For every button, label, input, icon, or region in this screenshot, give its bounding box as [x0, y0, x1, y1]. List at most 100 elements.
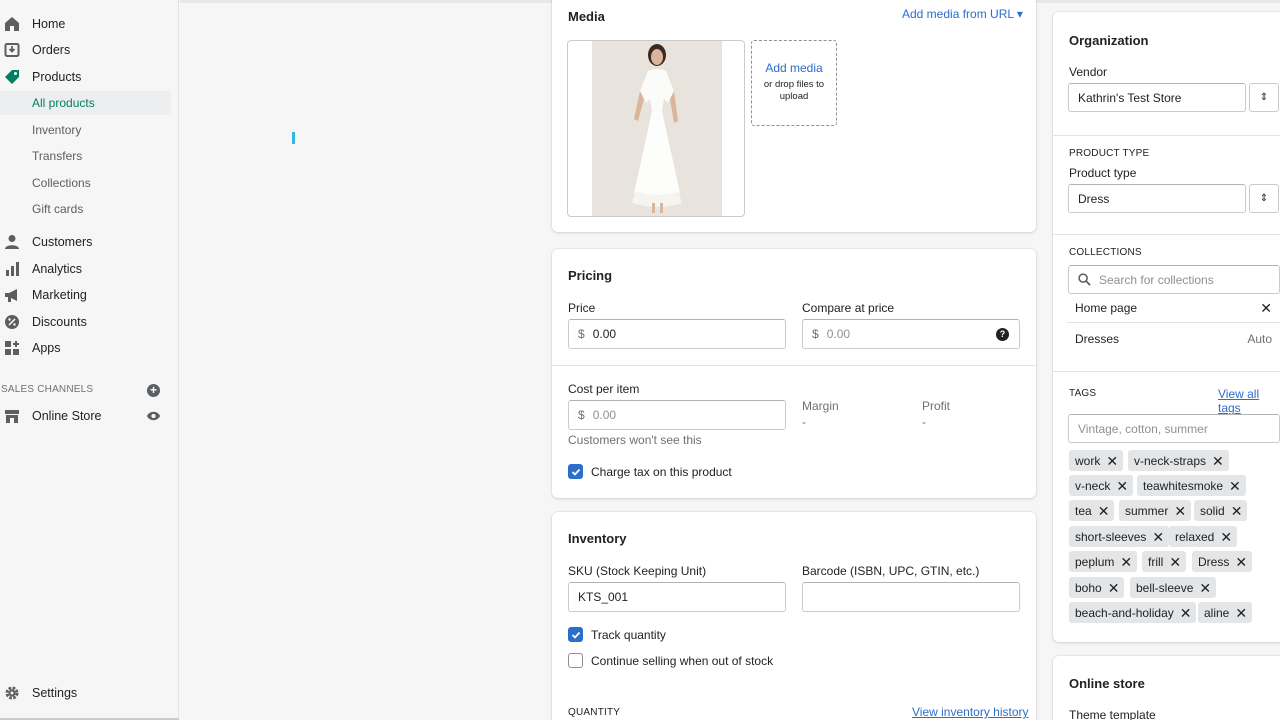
tag-chip[interactable]: bell-sleeve ✕ [1130, 577, 1217, 598]
price-label: Price [568, 301, 596, 315]
tag-chip[interactable]: short-sleeves ✕ [1069, 526, 1170, 547]
tag-chip[interactable]: frill ✕ [1142, 551, 1187, 572]
drop-files-hint: or drop files to upload [763, 79, 825, 102]
tag-chip[interactable]: teawhitesmoke ✕ [1137, 475, 1246, 496]
vendor-select-arrows[interactable]: ⇕ [1249, 83, 1279, 112]
sidebar-item-settings[interactable]: Settings [0, 681, 171, 705]
sidebar-item-customers[interactable]: Customers [0, 230, 171, 254]
remove-tag-icon[interactable]: ✕ [1174, 504, 1186, 518]
product-image[interactable] [567, 40, 745, 217]
add-media-link[interactable]: Add media [752, 61, 836, 75]
media-dropzone[interactable]: Add media or drop files to upload [751, 40, 837, 126]
view-inventory-history-link[interactable]: View inventory history [912, 705, 1029, 719]
vendor-label: Vendor [1069, 65, 1108, 79]
tag-chip[interactable]: v-neck ✕ [1069, 475, 1134, 496]
tag-chip[interactable]: Dress ✕ [1192, 551, 1253, 572]
profit-value: - [922, 415, 926, 429]
bar-chart-icon [3, 260, 21, 278]
track-quantity-checkbox[interactable]: Track quantity [568, 627, 666, 642]
continue-selling-checkbox[interactable]: Continue selling when out of stock [568, 653, 773, 668]
margin-label: Margin [802, 399, 839, 413]
product-type-select-arrows[interactable]: ⇕ [1249, 184, 1279, 213]
remove-tag-icon[interactable]: ✕ [1220, 530, 1232, 544]
orders-icon [3, 41, 21, 59]
tag-chip[interactable]: solid ✕ [1194, 500, 1248, 521]
apps-icon [3, 339, 21, 357]
theme-template-label: Theme template [1069, 708, 1156, 720]
sidebar-item-inventory[interactable]: Inventory [0, 118, 171, 142]
tag-chip[interactable]: tea ✕ [1069, 500, 1115, 521]
tag-chip[interactable]: work ✕ [1069, 450, 1124, 471]
pricing-divider [552, 365, 1036, 366]
collection-item[interactable]: Home page ✕ [1067, 294, 1280, 323]
compare-at-price-label: Compare at price [802, 301, 895, 315]
organization-title: Organization [1069, 33, 1149, 48]
product-type-input[interactable]: Dress [1068, 184, 1246, 213]
tag-chip[interactable]: summer ✕ [1119, 500, 1192, 521]
vendor-input[interactable]: Kathrin's Test Store [1068, 83, 1246, 112]
add-sales-channel-icon[interactable]: + [147, 384, 160, 397]
sidebar-item-analytics[interactable]: Analytics [0, 257, 171, 281]
remove-tag-icon[interactable]: ✕ [1116, 479, 1128, 493]
text-cursor [292, 132, 295, 144]
remove-tag-icon[interactable]: ✕ [1108, 581, 1120, 595]
remove-tag-icon[interactable]: ✕ [1106, 454, 1118, 468]
sidebar-item-discounts[interactable]: Discounts [0, 310, 171, 334]
collections-search-input[interactable]: Search for collections [1068, 265, 1280, 294]
remove-tag-icon[interactable]: ✕ [1199, 581, 1211, 595]
sidebar-item-all-products[interactable]: All products [0, 91, 171, 115]
tags-input[interactable]: Vintage, cotton, summer [1068, 414, 1280, 443]
tag-chip[interactable]: v-neck-straps ✕ [1128, 450, 1229, 471]
remove-tag-icon[interactable]: ✕ [1229, 479, 1241, 493]
remove-tag-icon[interactable]: ✕ [1098, 504, 1110, 518]
remove-tag-icon[interactable]: ✕ [1169, 555, 1181, 569]
person-icon [3, 233, 21, 251]
sidebar-nav: Home Orders Products All products Invent… [0, 0, 179, 720]
cost-per-item-input[interactable]: $0.00 [568, 400, 786, 430]
sidebar-item-online-store[interactable]: Online Store [0, 404, 171, 428]
sidebar-item-products[interactable]: Products [0, 65, 171, 89]
price-input[interactable]: $0.00 [568, 319, 786, 349]
online-store-card: Online store Theme template [1053, 656, 1280, 720]
pricing-title: Pricing [568, 268, 613, 283]
tag-icon [3, 68, 21, 86]
sidebar-item-home[interactable]: Home [0, 12, 171, 36]
help-icon[interactable]: ? [996, 327, 1009, 341]
sidebar-item-transfers[interactable]: Transfers [0, 144, 171, 168]
online-store-title: Online store [1069, 676, 1145, 691]
tag-chip[interactable]: relaxed ✕ [1169, 526, 1238, 547]
discount-icon [3, 313, 21, 331]
tag-chip[interactable]: aline ✕ [1198, 602, 1253, 623]
remove-tag-icon[interactable]: ✕ [1212, 454, 1224, 468]
inventory-card: Inventory SKU (Stock Keeping Unit) KTS_0… [552, 512, 1036, 720]
remove-collection-icon[interactable]: ✕ [1260, 300, 1272, 317]
collection-item[interactable]: Dresses Auto [1067, 324, 1280, 353]
tag-chip[interactable]: peplum ✕ [1069, 551, 1138, 572]
remove-tag-icon[interactable]: ✕ [1152, 530, 1164, 544]
media-title: Media [568, 9, 605, 24]
add-media-from-url-link[interactable]: Add media from URL ▾ [902, 7, 1023, 21]
sku-input[interactable]: KTS_001 [568, 582, 786, 612]
eye-icon[interactable] [146, 409, 161, 426]
sales-channels-heading: SALES CHANNELS [1, 384, 94, 395]
charge-tax-checkbox[interactable]: Charge tax on this product [568, 464, 732, 479]
pricing-card: Pricing Price $0.00 Compare at price $0.… [552, 249, 1036, 498]
sidebar-item-apps[interactable]: Apps [0, 336, 171, 360]
cost-help-text: Customers won't see this [568, 433, 702, 447]
remove-tag-icon[interactable]: ✕ [1235, 606, 1247, 620]
remove-tag-icon[interactable]: ✕ [1120, 555, 1132, 569]
view-all-tags-link[interactable]: View all tags [1218, 387, 1280, 415]
sidebar-item-collections[interactable]: Collections [0, 171, 171, 195]
tag-chip[interactable]: boho ✕ [1069, 577, 1125, 598]
sidebar-item-orders[interactable]: Orders [0, 38, 171, 62]
tag-chip[interactable]: beach-and-holiday ✕ [1069, 602, 1197, 623]
remove-tag-icon[interactable]: ✕ [1231, 504, 1243, 518]
sidebar-item-gift-cards[interactable]: Gift cards [0, 197, 171, 221]
sidebar-item-marketing[interactable]: Marketing [0, 283, 171, 307]
compare-at-price-input[interactable]: $0.00 ? [802, 319, 1020, 349]
remove-tag-icon[interactable]: ✕ [1180, 606, 1192, 620]
search-icon [1078, 273, 1091, 286]
remove-tag-icon[interactable]: ✕ [1235, 555, 1247, 569]
barcode-input[interactable] [802, 582, 1020, 612]
checkmark-icon [568, 464, 583, 479]
